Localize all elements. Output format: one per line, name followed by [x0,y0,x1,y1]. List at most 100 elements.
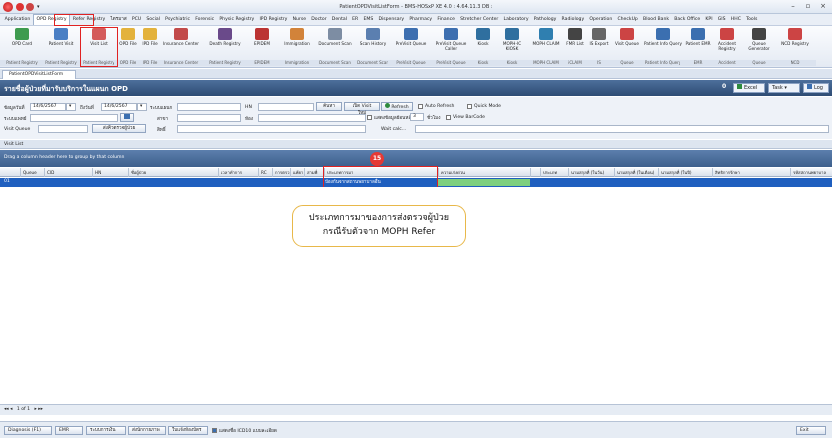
open-visit-button[interactable]: เปิด Visit ใหม่ [344,102,380,116]
pager-first-icon[interactable]: ◂◂ ◂ [4,407,12,412]
column-header-8[interactable]: สามพี่ [304,168,324,177]
column-header-12[interactable]: ประเภท [540,168,568,177]
menu-item-9[interactable]: IPD Registry [257,15,290,25]
menu-item-0[interactable]: Application [2,15,33,25]
ribbon-button-21[interactable]: Accident Registry Accident [710,28,744,66]
menu-item-19[interactable]: Laboratory [501,15,531,25]
menu-item-11[interactable]: Doctor [309,15,330,25]
excel-button[interactable]: Excel [733,83,765,93]
doctor-select[interactable] [30,114,118,122]
view-barcode-checkbox[interactable] [446,115,451,120]
menu-item-7[interactable]: Forensic [193,15,217,25]
hn-input[interactable] [258,103,314,111]
column-header-3[interactable]: ชื่อผู้ป่วย [128,168,218,177]
finance-button[interactable]: ระบบการเงิน [86,426,126,435]
column-header-14[interactable]: นามสกุลที่ (ในเดือน) [614,168,658,177]
show-last-checkbox[interactable] [367,115,372,120]
menu-item-16[interactable]: Pharmacy [407,15,435,25]
auto-refresh-checkbox[interactable] [418,104,423,109]
close-button[interactable]: × [816,2,830,11]
refresh-button[interactable]: Refresh [381,102,413,111]
date-from-picker[interactable]: ▾ [66,103,76,111]
column-header-13[interactable]: นามสกุลที่ (ในวัน) [568,168,614,177]
ribbon-button-9[interactable]: Document Scan Document Scan [312,28,358,66]
column-header-2[interactable]: HN [92,168,128,177]
menu-item-17[interactable]: Finance [435,15,458,25]
ribbon-button-11[interactable]: PreVisit Queue PreVisit Queue [388,28,434,66]
ribbon-button-20[interactable]: Patient EMR EMR [680,28,716,66]
date-from-input[interactable]: 14/6/2567 [30,103,66,111]
column-header-16[interactable]: สิทธิการรักษา [712,168,790,177]
visit-queue-input[interactable] [38,125,88,133]
room-select[interactable] [258,114,366,122]
ribbon-button-8[interactable]: Immigration Immigration [276,28,318,66]
column-header-0[interactable]: Queue [20,168,44,177]
physio-button[interactable]: ส่งนักกายภาพ [128,426,166,435]
menu-item-6[interactable]: Psychiatric [163,15,193,25]
menu-item-12[interactable]: Dental [329,15,349,25]
date-to-picker[interactable]: ▾ [137,103,147,111]
menu-item-22[interactable]: Operation [587,15,615,25]
ribbon-button-3[interactable]: OPD File OPD File [114,28,142,66]
ribbon-button-19[interactable]: Patient Info Query Patient Info Query [640,28,686,66]
diagnosis-button[interactable]: Diagnosis (F1) [4,426,52,435]
ribbon-button-17[interactable]: IS Export IS [584,28,614,66]
quick-mode-checkbox[interactable] [467,104,472,109]
column-header-11[interactable] [530,168,540,177]
menu-item-10[interactable]: Nurse [290,15,309,25]
column-header-17[interactable]: รหัสสถานพยาบาล [790,168,832,177]
menu-item-13[interactable]: ER [350,15,361,25]
send-queue-button[interactable]: ส่งคิวตรวจผู้ป่วย [92,124,146,133]
menu-item-20[interactable]: Pathology [531,15,559,25]
log-button[interactable]: Log [803,83,829,93]
menu-item-4[interactable]: PCU [129,15,144,25]
minimize-button[interactable]: – [786,2,800,11]
column-header-6[interactable]: การตรวจ [272,168,290,177]
search-button[interactable]: ค้นหา [316,102,342,111]
menu-item-21[interactable]: Radiology [559,15,587,25]
ribbon-button-22[interactable]: Queue Generator Queue [738,28,780,66]
hours-input[interactable]: 3 [410,113,424,121]
menu-item-26[interactable]: KPI [703,15,715,25]
pager-next-icon[interactable]: ▸ ▸▸ [35,407,43,412]
menu-item-14[interactable]: EMS [361,15,376,25]
ribbon-button-16[interactable]: FMR List iCLAIM [560,28,590,66]
rights-select[interactable] [177,125,366,133]
exit-button[interactable]: Exit [796,426,826,435]
menu-item-5[interactable]: Social [144,15,163,25]
menu-item-29[interactable]: Tools [744,15,761,25]
ribbon-button-7[interactable]: EPIDEM EPIDEM [242,28,282,66]
column-header-5[interactable]: RC [258,168,272,177]
menu-item-23[interactable]: CheckUp [615,15,641,25]
menu-item-15[interactable]: Dispensary [376,15,407,25]
ribbon-button-12[interactable]: PreVisit Queue Caller PreVisit Queue [428,28,474,66]
column-header-4[interactable]: เวลาทำการ [218,168,258,177]
column-header-1[interactable]: CID [44,168,92,177]
menu-item-27[interactable]: GIS [715,15,728,25]
ribbon-button-5[interactable]: Insurance Center Insurance Center [158,28,204,66]
ribbon-button-0[interactable]: OPD Card Patient Registry [0,28,44,66]
menu-item-24[interactable]: Blood Bank [640,15,671,25]
column-header-15[interactable]: นามสกุลที่ (ในปี) [658,168,712,177]
card-room-button[interactable]: ใบแจ้งห้องบัตร [168,426,208,435]
ward-select[interactable] [177,114,241,122]
calendar-button[interactable] [120,113,134,122]
column-header-10[interactable]: ความเร่งด่วน [438,168,530,177]
menu-item-25[interactable]: Back Office [672,15,703,25]
menu-item-3[interactable]: ไตรมาส [108,15,129,25]
ribbon-button-18[interactable]: Visit Queue Queue [608,28,646,66]
menu-item-8[interactable]: Physic Registry [217,15,257,25]
ribbon-button-23[interactable]: NCD Registry NCD [774,28,816,66]
emr-button[interactable]: EMR [55,426,83,435]
document-tab[interactable]: PatientOPDVisitListForm [2,70,76,79]
date-to-input[interactable]: 14/6/2567 [101,103,137,111]
icd10-detail-checkbox[interactable] [212,428,217,433]
ribbon-button-13[interactable]: Kiosk Kiosk [468,28,498,66]
task-button[interactable]: Task ▾ [768,83,800,93]
dept-select[interactable] [177,103,241,111]
ribbon-button-14[interactable]: MOPH-IC KIOSK Kiosk [492,28,532,66]
ribbon-button-4[interactable]: IPD File IPD File [136,28,164,66]
maximize-button[interactable]: ▫ [801,2,815,11]
ribbon-button-10[interactable]: Scan History Document Scan [352,28,394,66]
ribbon-button-1[interactable]: Patient Visit Patient Registry [38,28,84,66]
